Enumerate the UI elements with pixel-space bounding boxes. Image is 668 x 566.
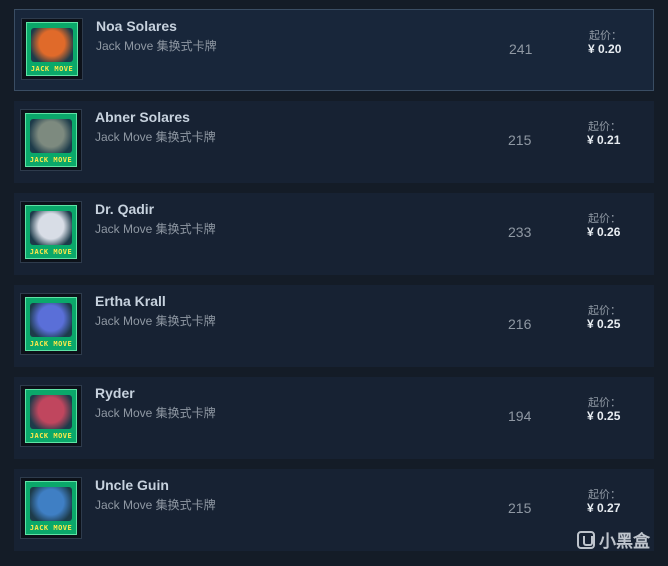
- market-listing-row[interactable]: JACK MOVE Noa Solares Jack Move 集换式卡牌 24…: [14, 9, 654, 91]
- item-name[interactable]: Noa Solares: [96, 18, 177, 34]
- item-name[interactable]: Ertha Krall: [95, 293, 166, 309]
- card-thumbnail[interactable]: JACK MOVE: [20, 293, 82, 355]
- market-listing-row[interactable]: JACK MOVE Ryder Jack Move 集换式卡牌 194 起价： …: [14, 377, 654, 459]
- game-name: Jack Move 集换式卡牌: [96, 39, 217, 53]
- game-name: Jack Move 集换式卡牌: [95, 406, 216, 420]
- card-thumbnail[interactable]: JACK MOVE: [20, 477, 82, 539]
- listing-quantity: 241: [509, 41, 533, 57]
- market-listing-row[interactable]: JACK MOVE Uncle Guin Jack Move 集换式卡牌 215…: [14, 469, 654, 551]
- starting-price: ¥ 0.25: [587, 409, 621, 423]
- trading-card-image: JACK MOVE: [25, 205, 77, 259]
- starting-price: ¥ 0.21: [587, 133, 621, 147]
- price-label: 起价：: [588, 121, 621, 133]
- card-logo: JACK MOVE: [29, 524, 73, 532]
- card-logo: JACK MOVE: [29, 432, 73, 440]
- item-name[interactable]: Abner Solares: [95, 109, 190, 125]
- listing-quantity: 215: [508, 500, 532, 516]
- xiaoheihe-logo-icon: [577, 530, 595, 549]
- item-name[interactable]: Dr. Qadir: [95, 201, 154, 217]
- card-logo: JACK MOVE: [29, 340, 73, 348]
- price-label: 起价：: [588, 397, 621, 409]
- watermark-text: 小黑盒: [599, 532, 650, 551]
- starting-price: ¥ 0.25: [587, 317, 621, 331]
- starting-price: ¥ 0.26: [587, 225, 621, 239]
- character-portrait: [30, 211, 72, 245]
- trading-card-image: JACK MOVE: [26, 22, 78, 76]
- trading-card-image: JACK MOVE: [25, 389, 77, 443]
- market-listing-list: JACK MOVE Noa Solares Jack Move 集换式卡牌 24…: [14, 9, 654, 561]
- market-listing-row[interactable]: JACK MOVE Dr. Qadir Jack Move 集换式卡牌 233 …: [14, 193, 654, 275]
- starting-price: ¥ 0.20: [588, 42, 622, 56]
- card-logo: JACK MOVE: [29, 156, 73, 164]
- character-portrait: [30, 395, 72, 429]
- character-portrait: [30, 487, 72, 521]
- listing-quantity: 216: [508, 316, 532, 332]
- game-name: Jack Move 集换式卡牌: [95, 498, 216, 512]
- card-thumbnail[interactable]: JACK MOVE: [20, 109, 82, 171]
- price-label: 起价：: [589, 30, 622, 42]
- listing-quantity: 194: [508, 408, 532, 424]
- watermark: 小黑盒: [577, 527, 650, 552]
- trading-card-image: JACK MOVE: [25, 481, 77, 535]
- card-thumbnail[interactable]: JACK MOVE: [21, 18, 83, 80]
- price-label: 起价：: [588, 305, 621, 317]
- item-name[interactable]: Uncle Guin: [95, 477, 169, 493]
- item-name[interactable]: Ryder: [95, 385, 135, 401]
- card-thumbnail[interactable]: JACK MOVE: [20, 385, 82, 447]
- market-listing-row[interactable]: JACK MOVE Abner Solares Jack Move 集换式卡牌 …: [14, 101, 654, 183]
- trading-card-image: JACK MOVE: [25, 113, 77, 167]
- game-name: Jack Move 集换式卡牌: [95, 130, 216, 144]
- character-portrait: [31, 28, 73, 62]
- price-label: 起价：: [588, 489, 621, 501]
- listing-quantity: 233: [508, 224, 532, 240]
- game-name: Jack Move 集换式卡牌: [95, 314, 216, 328]
- game-name: Jack Move 集换式卡牌: [95, 222, 216, 236]
- price-label: 起价：: [588, 213, 621, 225]
- trading-card-image: JACK MOVE: [25, 297, 77, 351]
- character-portrait: [30, 119, 72, 153]
- card-thumbnail[interactable]: JACK MOVE: [20, 201, 82, 263]
- card-logo: JACK MOVE: [29, 248, 73, 256]
- market-listing-row[interactable]: JACK MOVE Ertha Krall Jack Move 集换式卡牌 21…: [14, 285, 654, 367]
- card-logo: JACK MOVE: [30, 65, 74, 73]
- starting-price: ¥ 0.27: [587, 501, 621, 515]
- listing-quantity: 215: [508, 132, 532, 148]
- character-portrait: [30, 303, 72, 337]
